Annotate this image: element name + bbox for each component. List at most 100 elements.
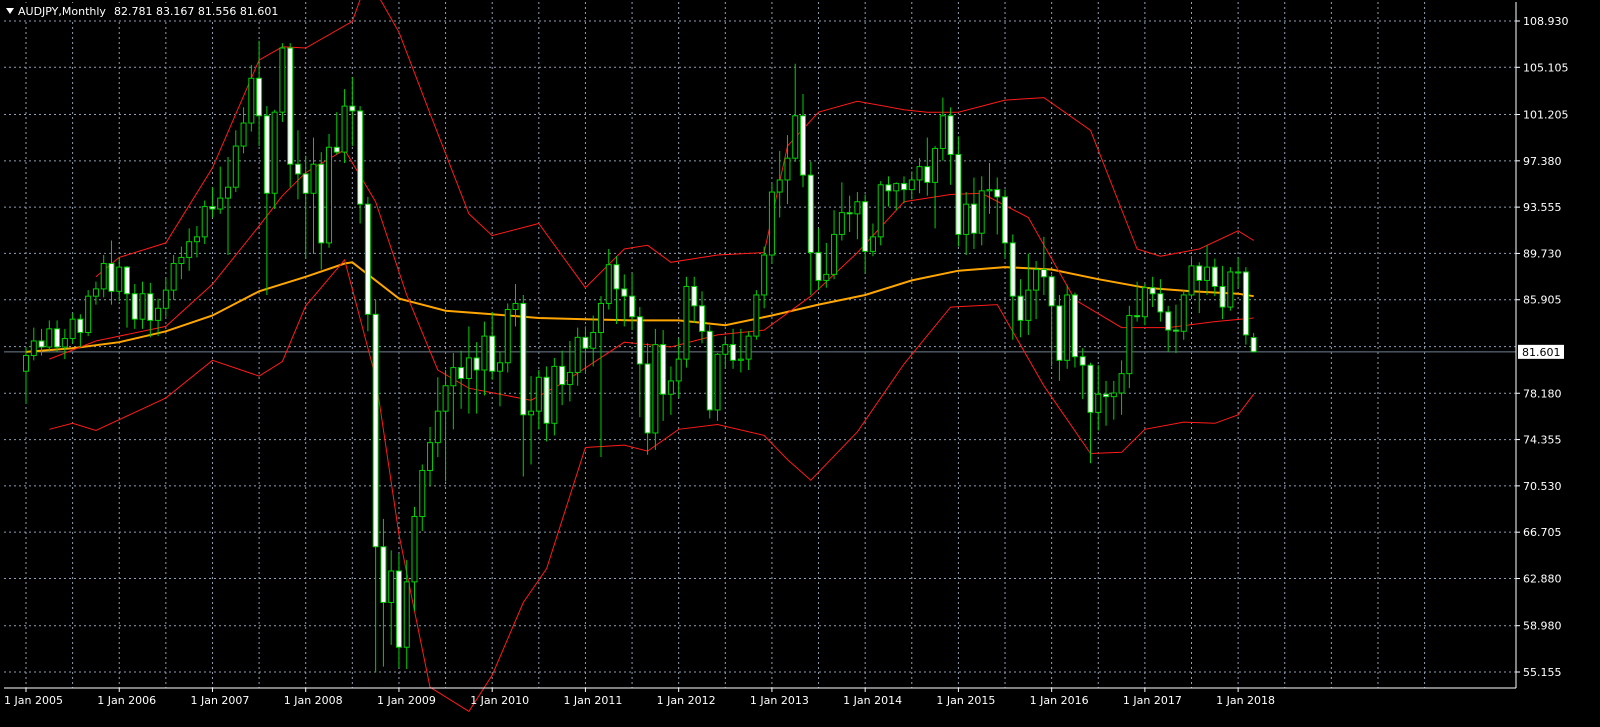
candle-body-bearish [644,363,651,434]
candle-body-bullish [1180,294,1187,332]
candle-body-bullish [838,212,845,235]
candle-body-bearish [582,336,589,349]
candle-body-bearish [815,252,822,281]
candle-body-bearish [1134,315,1141,318]
candle [652,328,659,450]
candle-body-bearish [691,285,698,307]
candle-body-bullish [1025,289,1032,321]
candle-body-bullish [1204,266,1211,281]
candle-body-bearish [108,262,115,292]
price-chart[interactable]: 108.930 105.105 101.205 97.380 93.555 89.730 8… [0,0,1600,727]
chart-title-bar: AUDJPY,Monthly 82.781 83.167 81.556 81.6… [4,3,279,19]
candle-body-bearish [559,365,566,386]
candle-body-bullish [217,197,224,210]
candle-body-bearish [318,163,325,244]
y-tick-label: 97.380 [1523,155,1562,168]
candle-body-bearish [263,115,270,194]
candle-body-bullish [61,338,68,348]
candle-body-bullish [893,183,900,192]
candle-body-bullish [761,254,768,296]
chart-window[interactable]: 108.930 105.105 101.205 97.380 93.555 89.730 8… [0,0,1600,727]
candle-body-bullish [1141,287,1148,318]
candle-body-bullish [908,179,915,191]
candle-body-bullish [46,328,53,348]
candle-body-bullish [465,357,472,379]
candle-body-bearish [302,173,309,194]
candle-body-bearish [372,313,379,548]
candle-body-bearish [629,295,636,318]
candle-body-bearish [364,203,371,315]
candle-body-bullish [427,442,434,471]
candle-body-bullish [652,344,659,434]
candle-body-bullish [326,146,333,244]
y-tick-label: 62.880 [1523,572,1562,585]
x-tick-label: 1 Jan 2016 [1030,694,1089,707]
candle [551,357,558,436]
y-tick-label: 85.905 [1523,294,1562,307]
candle-body-bearish [520,302,527,416]
candle-body-bearish [924,166,931,183]
chart-background [0,0,1600,727]
candle-body-bearish [473,357,480,371]
x-tick-label: 1 Jan 2012 [657,694,716,707]
x-tick-label: 1 Jan 2010 [470,694,529,707]
candle [326,133,333,248]
y-tick-label: 74.355 [1523,434,1562,447]
candle [1227,267,1234,311]
candle [706,325,713,419]
candle-body-bearish [333,146,340,153]
candle-body-bearish [294,163,301,175]
candle-body-bullish [574,336,581,373]
candle-body-bullish [341,105,348,153]
candle-body-bearish [1103,393,1110,398]
candle-body-bullish [528,410,535,416]
candle-body-bearish [800,115,806,176]
y-tick-label: 101.205 [1523,109,1569,122]
y-tick-label: 108.930 [1523,15,1569,28]
candle-body-bullish [419,469,426,517]
candle-body-bullish [201,206,208,238]
candle-body-bullish [675,358,682,382]
candle-body-bearish [621,288,628,297]
candle-body-bullish [877,184,884,238]
candle-body-bearish [1165,311,1172,331]
candle-body-bearish [458,367,465,379]
candle-body-bullish [1110,392,1117,398]
candle-body-bearish [862,201,869,252]
candle-body-bullish [248,77,255,124]
candle-body-bearish [395,570,402,648]
candle-body-bullish [92,288,99,297]
candle-body-bearish [1056,305,1063,361]
candle [683,276,690,368]
candle-body-bullish [776,179,783,193]
candle-body-bearish [38,340,45,348]
candle-body-bullish [434,410,441,444]
candle-body-bearish [1009,242,1016,297]
candle-body-bearish [901,183,908,191]
candle-body-bearish [1017,295,1024,321]
candle-body-bearish [124,266,131,295]
candle-body-bearish [698,305,705,332]
candle-body-bullish [496,362,503,372]
dropdown-triangle-icon[interactable] [6,8,14,14]
candle-body-bearish [660,344,667,395]
candle-body-bearish [1048,276,1055,307]
candle-body-bullish [590,331,597,349]
candle-body-bullish [450,367,457,387]
candle [279,43,286,122]
candle-body-bearish [1219,285,1226,308]
candle [504,303,511,373]
x-tick-label: 1 Jan 2009 [377,694,436,707]
candle-body-bullish [1235,271,1242,274]
candle-body-bearish [357,110,364,205]
candle-body-bearish [947,115,954,156]
candle-body-bullish [240,122,247,147]
candle-body-bullish [116,266,123,292]
candle [364,196,371,332]
candle-body-bullish [1188,265,1195,296]
candle-body-bearish [287,47,294,165]
y-tick-label: 89.730 [1523,247,1562,260]
candle-body-bullish [854,201,861,215]
candle-body-bearish [1242,271,1249,336]
candle-body-bearish [1211,266,1218,287]
